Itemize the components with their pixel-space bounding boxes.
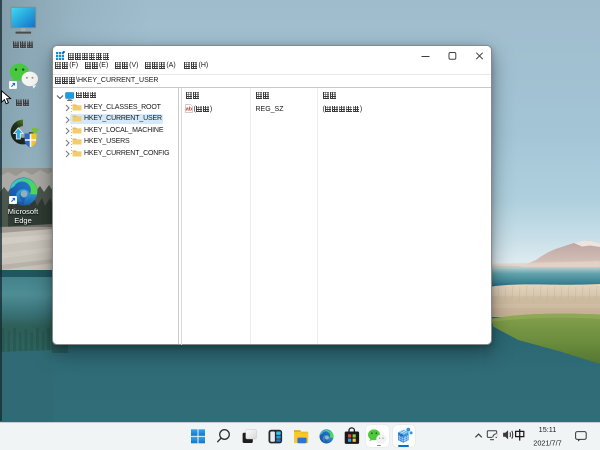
svg-text:2021/7/7: 2021/7/7 xyxy=(533,439,561,448)
svg-text:ab: ab xyxy=(185,106,192,112)
svg-text:15:11: 15:11 xyxy=(539,425,557,434)
